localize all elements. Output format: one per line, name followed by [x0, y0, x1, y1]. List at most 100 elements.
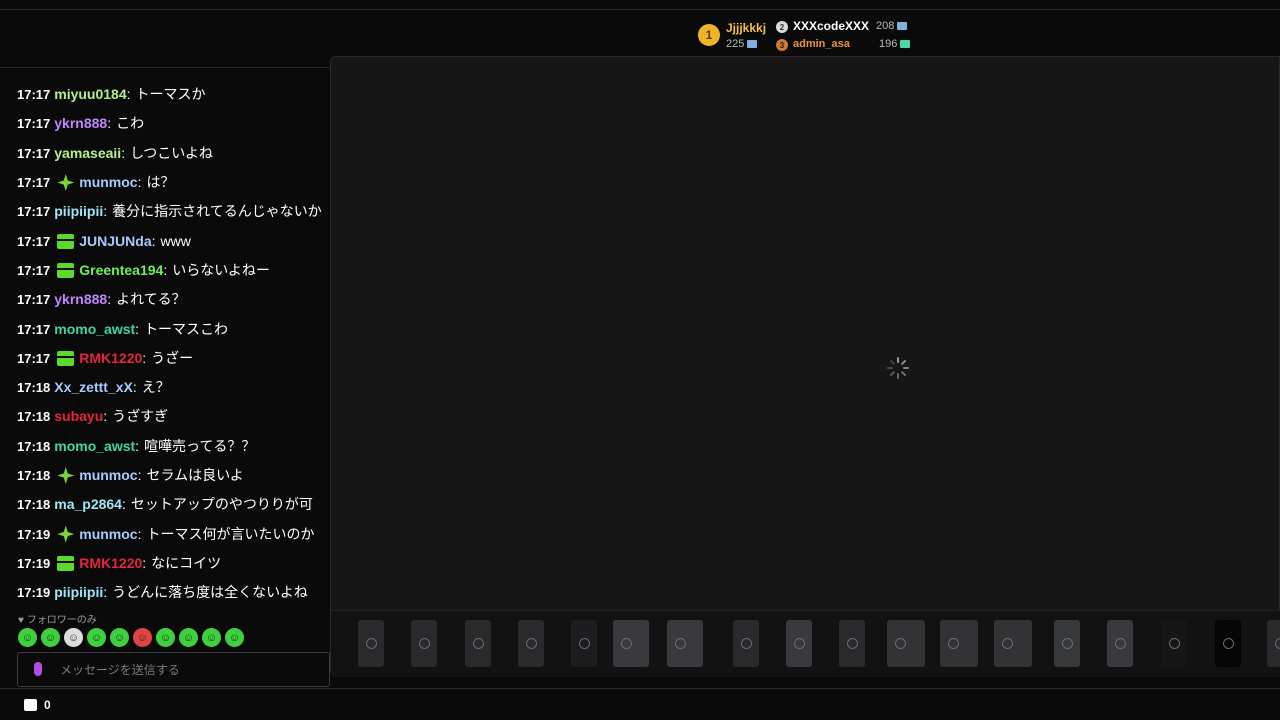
chat-separator: : — [163, 261, 168, 278]
microphone-icon[interactable] — [34, 662, 42, 676]
chat-timestamp: 17:17 — [17, 116, 51, 132]
chat-separator: : — [132, 379, 137, 396]
chat-timestamp: 17:18 — [17, 409, 51, 425]
gift-badge-icon — [57, 262, 75, 278]
chat-separator: : — [137, 467, 142, 483]
emote-icon[interactable]: ☺ — [179, 628, 198, 647]
chat-text: トーマスこわ — [144, 320, 229, 337]
chat-username[interactable]: momo_awst — [54, 320, 135, 339]
chat-text: うどんに落ち度は全くないよね — [112, 584, 308, 601]
chat-username[interactable]: ykrn888 — [54, 114, 107, 133]
emote-icon[interactable]: ☺ — [110, 628, 129, 647]
chat-username[interactable]: RMK1220 — [79, 349, 142, 368]
thumbnail[interactable] — [887, 620, 925, 667]
shop-icon[interactable] — [24, 699, 37, 711]
chat-username[interactable]: piipiipii — [54, 583, 103, 602]
chat-separator: : — [103, 584, 108, 601]
gift-badge-icon — [57, 233, 75, 249]
chat-timestamp: 17:18 — [17, 497, 51, 513]
chat-timestamp: 17:18 — [17, 380, 51, 396]
chat-text: なにコイツ — [151, 554, 222, 571]
chat-username[interactable]: miyuu0184 — [54, 85, 126, 104]
chat-username[interactable]: yamaseaii — [54, 144, 121, 163]
emote-icon[interactable]: ☺ — [87, 628, 106, 647]
thumbnail[interactable] — [571, 620, 597, 667]
chat-separator: : — [107, 291, 112, 308]
chat-username[interactable]: JUNJUNda — [79, 232, 151, 251]
chat-message: 17:18 momo_awst: 喧嘩売ってる？？ — [17, 432, 330, 461]
chat-message-input[interactable] — [60, 661, 320, 679]
chat-text: 喧嘩売ってる？？ — [144, 437, 256, 454]
chat-username[interactable]: ykrn888 — [54, 290, 107, 309]
chat-username[interactable]: ma_p2864 — [54, 495, 122, 514]
thumbnail[interactable] — [667, 620, 703, 667]
chat-separator: : — [126, 86, 131, 103]
leaderboard-third-name[interactable]: admin_asa — [793, 38, 850, 50]
chat-text: え？ — [141, 379, 170, 396]
chat-message: 17:18 Xx_zettt_xX: え？ — [17, 373, 330, 402]
chat-text: こわ — [116, 115, 145, 132]
chat-timestamp: 17:17 — [17, 292, 51, 308]
chat-message: 17:17 RMK1220: うざー — [17, 344, 330, 373]
emote-icon[interactable]: ☺ — [133, 628, 152, 647]
leaderboard-first-name[interactable]: Jjjjkkkj — [726, 21, 766, 35]
chat-text: いらないよねー — [172, 261, 270, 278]
chat-message: 17:17 momo_awst: トーマスこわ — [17, 314, 330, 343]
loading-spinner-icon — [886, 356, 910, 380]
chat-timestamp: 17:18 — [17, 468, 51, 483]
emote-icon[interactable]: ☺ — [156, 628, 175, 647]
chat-message: 17:18 munmoc: セラムは良いよ — [17, 461, 330, 490]
chat-username[interactable]: RMK1220 — [79, 554, 142, 573]
leaderboard-first-score: 225 — [726, 38, 758, 50]
chat-username[interactable]: Greentea194 — [79, 261, 163, 280]
chat-message-list[interactable]: 17:17 miyuu0184: トーマスか 17:17 ykrn888: こわ 17:17… — [17, 80, 330, 602]
thumbnail[interactable] — [1107, 620, 1133, 667]
top-divider — [0, 9, 1280, 10]
score-value: 208 — [876, 20, 895, 32]
thumbnail[interactable] — [839, 620, 865, 667]
thumbnail[interactable] — [465, 620, 491, 667]
chat-timestamp: 17:17 — [17, 321, 51, 337]
chat-timestamp: 17:17 — [17, 145, 51, 161]
thumbnail[interactable] — [613, 620, 649, 667]
thumbnail[interactable] — [1267, 620, 1280, 667]
thumbnail[interactable] — [994, 620, 1032, 667]
thumbnail[interactable] — [940, 620, 978, 667]
video-player[interactable] — [330, 56, 1280, 677]
chat-message: 17:17 ykrn888: よれてる？ — [17, 285, 330, 314]
chat-username[interactable]: munmoc — [79, 173, 137, 192]
gift-badge-icon — [57, 555, 75, 571]
thumbnail[interactable] — [518, 620, 544, 667]
chat-text: は？ — [146, 174, 175, 191]
emote-icon[interactable]: ☺ — [225, 628, 244, 647]
chat-message: 17:19 munmoc: トーマス何が言いたいのか — [17, 519, 330, 548]
thumbnail[interactable] — [1054, 620, 1080, 667]
chat-username[interactable]: subayu — [54, 407, 103, 426]
silver-medal-icon: 2 — [776, 21, 788, 33]
chat-separator: : — [103, 203, 108, 220]
thumbnail[interactable] — [1161, 620, 1187, 667]
chat-username[interactable]: piipiipii — [54, 202, 103, 221]
emote-row: ☺ ☺ ☺ ☺ ☺ ☺ ☺ ☺ ☺ ☺ — [18, 628, 244, 647]
chat-separator: : — [121, 496, 126, 513]
thumbnail[interactable] — [411, 620, 437, 667]
gift-badge-icon — [57, 350, 75, 366]
chat-input-box[interactable] — [17, 652, 330, 687]
thumbnail[interactable] — [786, 620, 812, 667]
chat-message: 17:18 subayu: うざすぎ — [17, 402, 330, 431]
emote-icon[interactable]: ☺ — [18, 628, 37, 647]
chat-message: 17:17 Greentea194: いらないよねー — [17, 256, 330, 285]
emote-icon[interactable]: ☺ — [64, 628, 83, 647]
chat-username[interactable]: Xx_zettt_xX — [54, 378, 133, 397]
emote-icon[interactable]: ☺ — [41, 628, 60, 647]
leaderboard-second-score: 208 — [876, 20, 908, 32]
emote-icon[interactable]: ☺ — [202, 628, 221, 647]
chat-username[interactable]: momo_awst — [54, 437, 135, 456]
leaderboard-second-name[interactable]: XXXcodeXXX — [793, 19, 869, 33]
thumbnail[interactable] — [1215, 620, 1241, 667]
chat-username[interactable]: munmoc — [79, 466, 137, 485]
thumbnail[interactable] — [358, 620, 384, 667]
sparkle-badge-icon — [57, 174, 75, 192]
chat-username[interactable]: munmoc — [79, 525, 137, 544]
thumbnail[interactable] — [733, 620, 759, 667]
